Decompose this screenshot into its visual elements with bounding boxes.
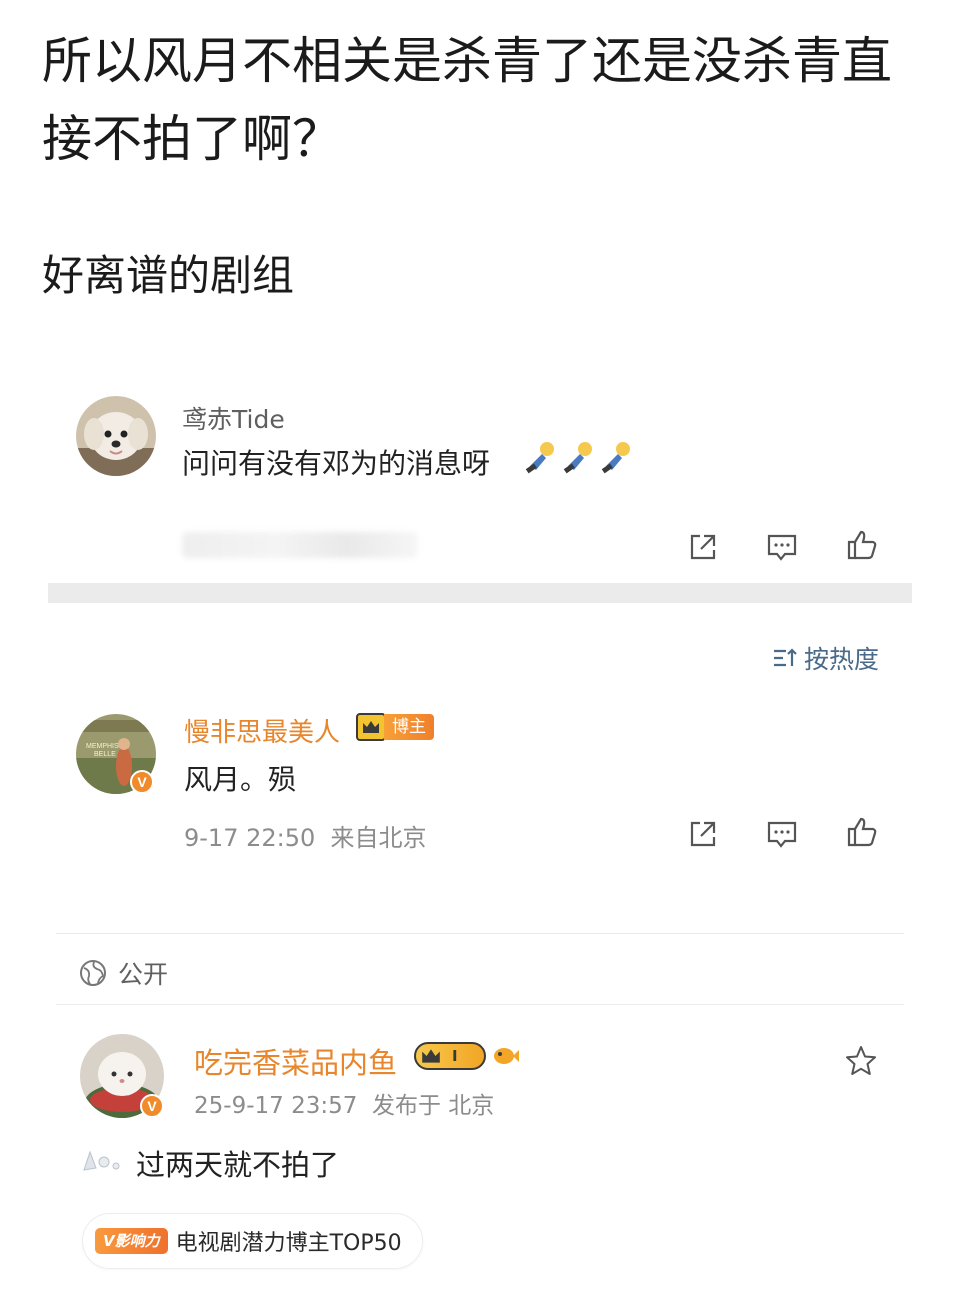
like-icon[interactable] (845, 815, 879, 849)
blogger-badge[interactable]: 博主 (356, 713, 434, 741)
influence-text: 电视剧潜力博主TOP50 (175, 1231, 402, 1256)
divider (56, 933, 904, 934)
visibility-indicator: 公开 (78, 955, 168, 991)
favorite-star-icon[interactable] (844, 1044, 878, 1078)
emoji-group (522, 440, 634, 476)
crown-icon (422, 1049, 440, 1063)
section-separator (48, 583, 912, 603)
reply-username[interactable]: 吃完香菜品内鱼 (194, 1040, 397, 1082)
reply-text: 过两天就不拍了 (136, 1148, 340, 1182)
blurred-meta (182, 532, 418, 558)
comment-icon[interactable] (765, 530, 799, 564)
sort-label: 按热度 (804, 645, 880, 674)
level-badges[interactable]: I (414, 1042, 520, 1070)
share-icon[interactable] (686, 817, 720, 851)
influence-badge[interactable]: V影响力 电视剧潜力博主TOP50 (82, 1213, 423, 1269)
comment-username[interactable]: 慢非思最美人 (184, 712, 340, 749)
like-icon[interactable] (845, 528, 879, 562)
post-title: 所以风月不相关是杀青了还是没杀青直接不拍了啊？ (42, 32, 892, 168)
avatar-dog[interactable] (76, 396, 156, 476)
visibility-label: 公开 (118, 960, 169, 989)
reply-time: 25-9-17 23:57 (194, 1093, 358, 1119)
fish-icon (494, 1048, 519, 1064)
decorative-sticker-icon (83, 1150, 120, 1171)
reply-meta: 25-9-17 23:57 发布于 北京 (194, 1086, 494, 1120)
comment-username[interactable]: 鸢赤Tide (182, 400, 285, 436)
share-icon[interactable] (686, 530, 720, 564)
comment-text: 风月。殒 (184, 763, 297, 796)
level-label: I (452, 1047, 458, 1065)
divider (56, 1004, 904, 1005)
post-subtitle: 好离谱的剧组 (42, 251, 295, 300)
globe-icon (80, 960, 106, 986)
influence-tag: V影响力 (95, 1228, 168, 1254)
comment-location: 来自北京 (330, 824, 427, 852)
avatar-poster-text: MEMPHIS (86, 743, 119, 750)
comment-meta: 9-17 22:50 来自北京 (184, 818, 427, 853)
bowing-figure-emoji (525, 442, 554, 474)
bowing-figure-emoji (601, 442, 630, 474)
verified-badge: V (140, 1094, 164, 1118)
blogger-tag: 博主 (384, 714, 434, 740)
sort-toggle[interactable]: 按热度 (772, 640, 879, 676)
comment-icon[interactable] (765, 817, 799, 851)
reply-location: 发布于 北京 (371, 1093, 495, 1119)
avatar-poster-text: BELLE (94, 751, 116, 758)
bowing-figure-emoji (563, 442, 592, 474)
level-badge: I (414, 1042, 486, 1070)
verified-badge: V (130, 770, 154, 794)
comment-time: 9-17 22:50 (184, 824, 316, 852)
crown-icon (356, 713, 386, 741)
comment-text: 问问有没有邓为的消息呀 (182, 447, 491, 480)
sort-icon (774, 648, 797, 667)
